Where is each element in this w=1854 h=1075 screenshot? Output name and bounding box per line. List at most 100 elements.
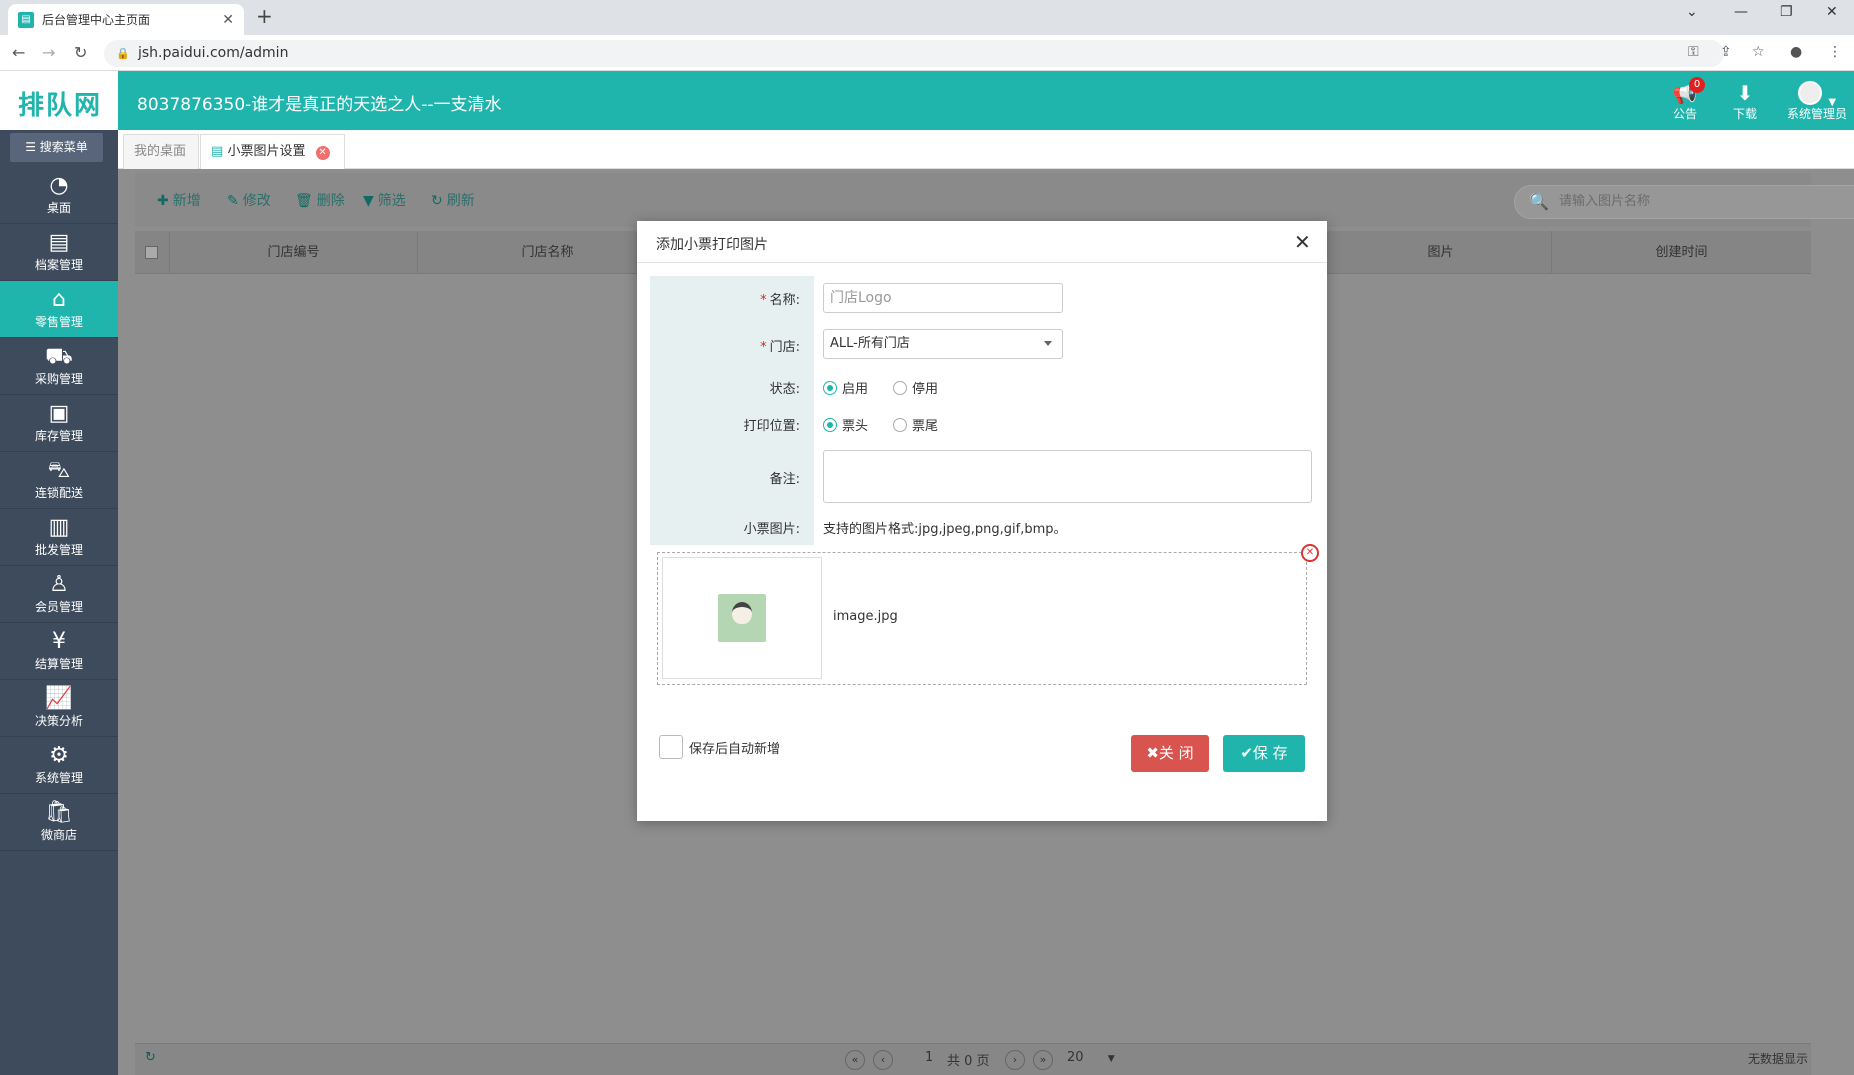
column-created-time[interactable]: 创建时间 bbox=[1552, 231, 1811, 274]
save-button[interactable]: ✔保 存 bbox=[1223, 735, 1305, 772]
edit-button[interactable]: ✎ 修改 bbox=[227, 190, 271, 210]
next-page-icon[interactable]: › bbox=[1005, 1050, 1025, 1070]
pagination-bar: ↻ « ‹ 1 共 0 页 › » 20 ▼ 无数据显示 bbox=[135, 1043, 1811, 1075]
menu-search-button[interactable]: ☰ 搜索菜单 bbox=[10, 133, 103, 162]
logo[interactable]: 排队网 bbox=[0, 71, 118, 130]
image-name-search-input[interactable]: 🔍 请输入图片名称 bbox=[1514, 185, 1854, 219]
tab-search-icon[interactable]: ⌄ bbox=[1686, 4, 1698, 20]
page-total: 共 0 页 bbox=[947, 1054, 990, 1069]
sidebar: ☰ 搜索菜单 ◔ 桌面 ▤ 档案管理 ⌂ 零售管理 ⛟ 采购管理 ▣ 库存管理 … bbox=[0, 130, 118, 1075]
image-thumbnail bbox=[662, 557, 822, 679]
position-head-radio[interactable]: 票头 bbox=[823, 415, 868, 434]
refresh-icon[interactable]: ↻ bbox=[145, 1050, 156, 1065]
inventory-icon: ▣ bbox=[48, 401, 70, 426]
sidebar-item-archive[interactable]: ▤ 档案管理 bbox=[0, 224, 118, 281]
new-tab-icon[interactable]: + bbox=[256, 4, 273, 28]
window-close-icon[interactable]: ✕ bbox=[1826, 4, 1838, 20]
sidebar-item-inventory[interactable]: ▣ 库存管理 bbox=[0, 395, 118, 452]
member-icon: ♙ bbox=[49, 572, 69, 597]
browser-tab[interactable]: ▤ 后台管理中心主页面 ✕ bbox=[8, 4, 244, 35]
forward-icon[interactable]: → bbox=[42, 43, 55, 62]
auto-add-checkbox[interactable]: 保存后自动新增 bbox=[659, 735, 780, 759]
truck-icon: ⛍ bbox=[47, 458, 71, 483]
file-icon: ▤ bbox=[48, 230, 70, 255]
column-store-code[interactable]: 门店编号 bbox=[170, 231, 418, 274]
position-tail-radio[interactable]: 票尾 bbox=[893, 415, 938, 434]
download-button[interactable]: ⬇ 下载 bbox=[1720, 81, 1770, 122]
user-menu[interactable]: ▼ 系统管理员 bbox=[1784, 81, 1850, 122]
sidebar-item-settlement[interactable]: ¥ 结算管理 bbox=[0, 623, 118, 680]
close-button[interactable]: ✖关 闭 bbox=[1131, 735, 1209, 772]
first-page-icon[interactable]: « bbox=[845, 1050, 865, 1070]
filter-button[interactable]: ▼ 筛选 bbox=[363, 190, 406, 210]
profile-icon[interactable]: ● bbox=[1790, 44, 1802, 60]
status-disabled-radio[interactable]: 停用 bbox=[893, 378, 938, 397]
refresh-button[interactable]: ↻ 刷新 bbox=[431, 190, 475, 210]
last-page-icon[interactable]: » bbox=[1033, 1050, 1053, 1070]
tab-close-icon[interactable]: ✕ bbox=[315, 146, 330, 160]
download-icon: ⬇ bbox=[1736, 81, 1754, 105]
app-header: 排队网 8037876350-谁才是真正的天选之人--一支清水 📢 0 公告 ⬇… bbox=[0, 71, 1854, 130]
tab-receipt-image-settings[interactable]: ▤ 小票图片设置 ✕ bbox=[200, 134, 345, 169]
notice-button[interactable]: 📢 0 公告 bbox=[1660, 77, 1710, 122]
sidebar-item-distribution[interactable]: ⛍ 连锁配送 bbox=[0, 452, 118, 509]
edit-icon: ✎ bbox=[227, 193, 239, 209]
back-icon[interactable]: ← bbox=[12, 43, 25, 62]
dialog-close-icon[interactable]: ✕ bbox=[1294, 230, 1311, 254]
trash-icon: 🗑 bbox=[295, 193, 313, 209]
delete-button[interactable]: 🗑 删除 bbox=[295, 190, 345, 210]
close-icon[interactable]: ✕ bbox=[222, 12, 234, 28]
cart-icon: ⛟ bbox=[45, 344, 73, 369]
pager-status: 无数据显示 bbox=[1748, 1052, 1809, 1066]
minimize-icon[interactable]: — bbox=[1734, 4, 1748, 20]
page-size-select[interactable]: 20 ▼ bbox=[1067, 1050, 1115, 1065]
dialog-title: 添加小票打印图片 bbox=[656, 237, 768, 253]
prev-page-icon[interactable]: ‹ bbox=[873, 1050, 893, 1070]
check-icon: ✔ bbox=[1240, 744, 1253, 762]
avatar bbox=[1797, 81, 1822, 105]
sidebar-item-purchase[interactable]: ⛟ 采购管理 bbox=[0, 338, 118, 395]
sidebar-item-analysis[interactable]: 📈 决策分析 bbox=[0, 680, 118, 737]
status-label: 状态: bbox=[769, 382, 800, 397]
content-tab-bar: 我的桌面 ▤ 小票图片设置 ✕ bbox=[118, 130, 1854, 169]
menu-icon[interactable]: ⋮ bbox=[1828, 44, 1842, 60]
sidebar-item-system[interactable]: ⚙ 系统管理 bbox=[0, 737, 118, 794]
image-upload-area[interactable]: image.jpg ✕ bbox=[657, 544, 1319, 685]
star-icon[interactable]: ☆ bbox=[1752, 44, 1765, 60]
key-icon[interactable]: ⚿ bbox=[1688, 44, 1699, 60]
wholesale-icon: ▥ bbox=[48, 515, 70, 540]
remove-image-icon[interactable]: ✕ bbox=[1301, 544, 1319, 562]
shop-icon: 🛍 bbox=[45, 800, 73, 825]
add-receipt-image-dialog: 添加小票打印图片 ✕ * 名称: 门店Logo * 门店: ALL-所有门店 状态:… bbox=[637, 221, 1327, 821]
name-input[interactable]: 门店Logo bbox=[823, 283, 1063, 313]
logo-text: 排队网 bbox=[18, 91, 103, 121]
thumbnail-image bbox=[718, 594, 766, 642]
page-number[interactable]: 1 bbox=[925, 1050, 933, 1065]
reload-icon[interactable]: ↻ bbox=[74, 43, 87, 62]
chevron-down-icon bbox=[1044, 341, 1052, 346]
status-enabled-radio[interactable]: 启用 bbox=[823, 378, 868, 397]
sidebar-item-retail[interactable]: ⌂ 零售管理 bbox=[0, 281, 118, 338]
store-select[interactable]: ALL-所有门店 bbox=[823, 329, 1063, 359]
chevron-down-icon: ▼ bbox=[1107, 1054, 1115, 1064]
sidebar-item-microshop[interactable]: 🛍 微商店 bbox=[0, 794, 118, 851]
remark-textarea[interactable] bbox=[823, 450, 1312, 503]
print-position-label: 打印位置: bbox=[743, 419, 800, 434]
sidebar-item-desktop[interactable]: ◔ 桌面 bbox=[0, 167, 118, 224]
sidebar-item-wholesale[interactable]: ▥ 批发管理 bbox=[0, 509, 118, 566]
store-icon: ⌂ bbox=[52, 287, 66, 312]
settlement-icon: ¥ bbox=[52, 629, 66, 654]
sidebar-item-member[interactable]: ♙ 会员管理 bbox=[0, 566, 118, 623]
dialog-header: 添加小票打印图片 ✕ bbox=[637, 221, 1327, 263]
share-icon[interactable]: ⇪ bbox=[1720, 44, 1732, 60]
url-input[interactable]: 🔒 jsh.paidui.com/admin bbox=[104, 40, 1724, 67]
column-image[interactable]: 图片 bbox=[1330, 231, 1552, 274]
app-title: 8037876350-谁才是真正的天选之人--一支清水 bbox=[137, 95, 502, 115]
label-column bbox=[650, 276, 814, 545]
select-all-checkbox[interactable] bbox=[145, 246, 158, 259]
browser-tab-bar: ▤ 后台管理中心主页面 ✕ + ⌄ — ❐ ✕ bbox=[0, 0, 1854, 35]
tab-my-desktop[interactable]: 我的桌面 bbox=[123, 134, 199, 169]
add-button[interactable]: ✚ 新增 bbox=[157, 190, 201, 210]
plus-icon: ✚ bbox=[157, 193, 169, 209]
maximize-icon[interactable]: ❐ bbox=[1780, 4, 1793, 20]
